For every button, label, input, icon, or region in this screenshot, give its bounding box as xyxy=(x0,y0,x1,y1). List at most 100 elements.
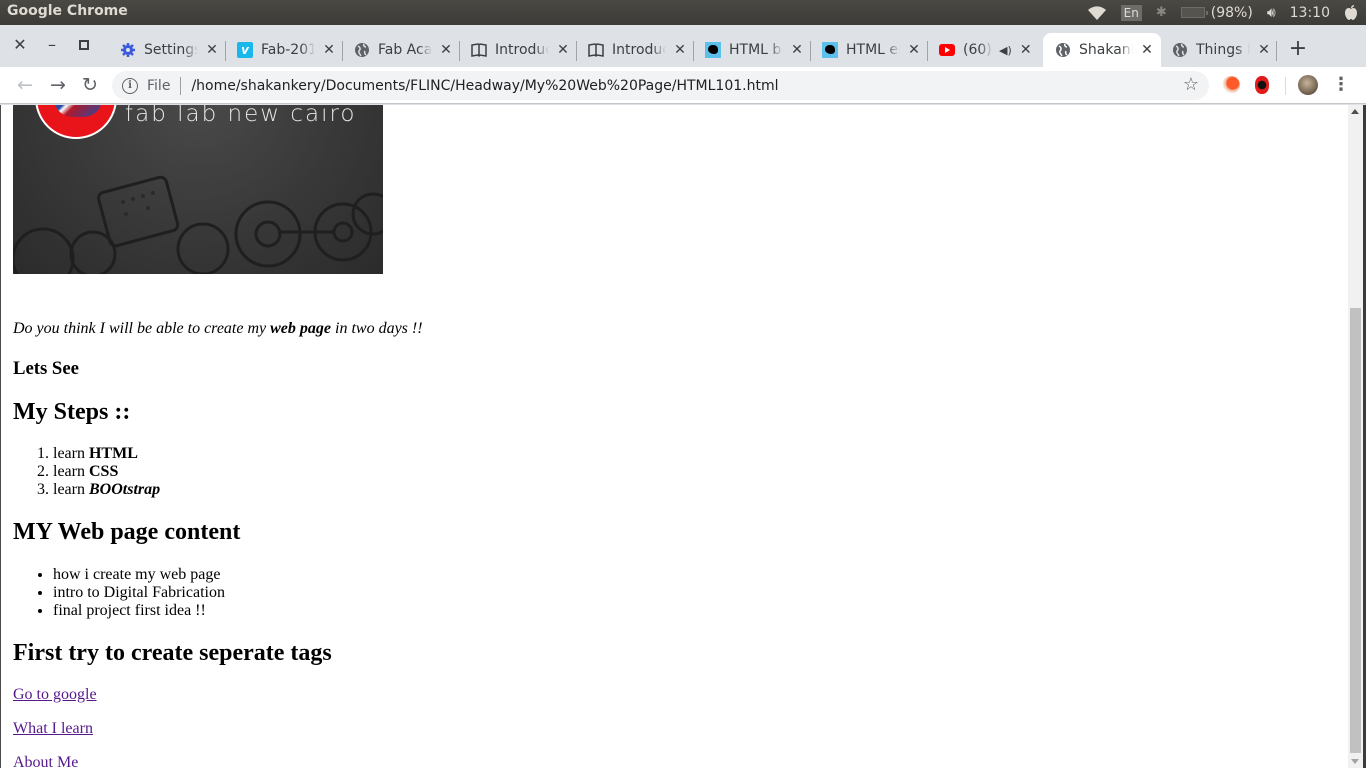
window-minimize-button[interactable]: – xyxy=(42,35,62,55)
page-viewport: fab lab new cairo Do you think I will be… xyxy=(0,105,1348,768)
tab-close-icon[interactable]: ✕ xyxy=(555,42,571,58)
tab-title: Things I xyxy=(1196,42,1250,58)
tab-youtube[interactable]: (60) ◀︎) ✕ xyxy=(927,33,1034,67)
url-text[interactable]: /home/shakankery/Documents/FLINC/Headway… xyxy=(191,78,778,94)
list-item: learn CSS xyxy=(53,463,160,481)
extension-icon-2[interactable] xyxy=(1255,76,1269,94)
tab-settings[interactable]: Settings ✕ xyxy=(108,33,220,67)
tab-title: HTML elements xyxy=(846,42,900,58)
step-prefix: learn xyxy=(53,445,89,462)
os-top-panel: Google Chrome En ✱ (98%) 🔊︎ 13:10 xyxy=(0,0,1366,25)
step-prefix: learn xyxy=(53,481,89,498)
tab-title: Fab-2019 xyxy=(261,42,315,58)
tab-title: Introduction xyxy=(495,42,549,58)
gear-icon xyxy=(120,42,136,58)
vimeo-icon: v xyxy=(237,42,253,58)
gears-illustration xyxy=(13,175,383,274)
content-heading: MY Web page content xyxy=(13,519,241,545)
tab-introduction-2[interactable]: Introduction ✕ xyxy=(576,33,688,67)
fab-lab-banner-image: fab lab new cairo xyxy=(13,105,383,274)
tab-title: Shakankery xyxy=(1079,42,1133,58)
page-scrollbar[interactable] xyxy=(1348,105,1363,768)
clock[interactable]: 13:10 xyxy=(1290,5,1330,21)
tab-close-icon[interactable]: ✕ xyxy=(438,42,454,58)
tab-close-icon[interactable]: ✕ xyxy=(1256,42,1272,58)
content-list: how i create my web page intro to Digita… xyxy=(53,566,225,620)
system-tray: En ✱ (98%) 🔊︎ 13:10 xyxy=(1073,0,1358,25)
step-prefix: learn xyxy=(53,463,89,480)
book-icon xyxy=(471,42,487,58)
info-icon[interactable]: i xyxy=(122,77,138,94)
window-maximize-button[interactable] xyxy=(74,35,94,55)
youtube-icon xyxy=(939,42,955,58)
step-topic: BOOtstrap xyxy=(88,481,161,498)
bookmark-star-icon[interactable]: ☆ xyxy=(1183,74,1199,95)
scroll-up-arrow-icon[interactable] xyxy=(1351,109,1359,114)
scroll-down-arrow-icon[interactable] xyxy=(1351,759,1359,764)
tab-title: Introduction xyxy=(612,42,666,58)
browser-window: ✕ – Settings ✕ v Fab-2019 ✕ Fab Academy … xyxy=(0,25,1366,768)
tab-divider xyxy=(1276,41,1277,61)
book-icon xyxy=(588,42,604,58)
tab-close-icon[interactable]: ✕ xyxy=(906,42,922,58)
tab-title: Fab Academy xyxy=(378,42,432,58)
window-close-button[interactable]: ✕ xyxy=(10,35,30,55)
w3-panther-icon xyxy=(705,42,721,58)
tab-close-icon[interactable]: ✕ xyxy=(321,42,337,58)
tab-html-elements[interactable]: HTML elements ✕ xyxy=(810,33,922,67)
tab-things-i[interactable]: Things I ✕ xyxy=(1160,33,1272,67)
new-tab-button[interactable]: + xyxy=(1287,38,1309,61)
globe-icon xyxy=(1055,42,1071,58)
list-item: how i create my web page xyxy=(53,566,225,584)
profile-avatar[interactable] xyxy=(1298,75,1318,95)
chrome-menu-icon[interactable]: ⋮ xyxy=(1332,73,1350,97)
forward-button[interactable]: → xyxy=(46,73,70,97)
keyboard-layout-indicator[interactable]: En xyxy=(1120,4,1142,21)
intro-paragraph: Do you think I will be able to create my… xyxy=(13,320,423,338)
list-item: final project first idea !! xyxy=(53,602,225,620)
list-item: intro to Digital Fabrication xyxy=(53,584,225,602)
extension-icon-1[interactable] xyxy=(1222,76,1240,94)
url-scheme-label: File xyxy=(147,77,171,94)
battery-percent[interactable]: (98%) xyxy=(1211,5,1253,21)
browser-toolbar: ← → ↻ i File /home/shakankery/Documents/… xyxy=(0,67,1366,104)
link-go-to-google[interactable]: Go to google xyxy=(13,686,97,704)
tab-introduction-1[interactable]: Introduction ✕ xyxy=(459,33,571,67)
battery-icon[interactable] xyxy=(1180,7,1208,18)
link-what-i-learn[interactable]: What I learn xyxy=(13,720,93,738)
address-bar[interactable]: i File /home/shakankery/Documents/FLINC/… xyxy=(112,71,1209,100)
link-about-me[interactable]: About Me xyxy=(13,754,78,768)
fab-lab-logo xyxy=(35,105,117,139)
intro-emphasis: web page xyxy=(270,320,331,337)
toolbar-divider xyxy=(1285,77,1286,95)
list-item: learn HTML xyxy=(53,445,160,463)
globe-icon xyxy=(1172,42,1188,58)
tab-html-basics[interactable]: HTML basics ✕ xyxy=(693,33,805,67)
tab-strip: ✕ – Settings ✕ v Fab-2019 ✕ Fab Academy … xyxy=(0,25,1366,67)
tab-fab-academy[interactable]: Fab Academy ✕ xyxy=(342,33,454,67)
power-menu-icon[interactable] xyxy=(1344,4,1358,21)
scrollbar-thumb[interactable] xyxy=(1350,308,1361,753)
tab-close-icon[interactable]: ✕ xyxy=(789,42,805,58)
volume-icon[interactable]: 🔊︎ xyxy=(1267,5,1276,21)
tab-close-icon[interactable]: ✕ xyxy=(1139,42,1155,58)
bluetooth-icon[interactable]: ✱ xyxy=(1156,5,1167,20)
tab-close-icon[interactable]: ✕ xyxy=(204,42,220,58)
tab-close-icon[interactable]: ✕ xyxy=(1018,42,1034,58)
tab-close-icon[interactable]: ✕ xyxy=(672,42,688,58)
list-item: learn BOOtstrap xyxy=(53,481,160,499)
steps-list: learn HTML learn CSS learn BOOtstrap xyxy=(53,445,160,499)
tags-heading: First try to create seperate tags xyxy=(13,640,332,666)
intro-text: Do you think I will be able to create my xyxy=(13,320,271,337)
tab-title: (60) xyxy=(963,42,993,58)
tab-fab-2019[interactable]: v Fab-2019 ✕ xyxy=(225,33,337,67)
step-topic: HTML xyxy=(88,445,138,462)
step-topic: CSS xyxy=(88,463,119,480)
audio-playing-icon[interactable]: ◀︎) xyxy=(999,44,1012,57)
tab-shakankery-active[interactable]: Shakankery ✕ xyxy=(1043,33,1161,67)
banner-text: fab lab new cairo xyxy=(125,105,357,127)
wifi-icon[interactable] xyxy=(1087,5,1107,21)
reload-button[interactable]: ↻ xyxy=(78,73,102,97)
url-divider xyxy=(180,76,182,95)
back-button[interactable]: ← xyxy=(13,73,37,97)
